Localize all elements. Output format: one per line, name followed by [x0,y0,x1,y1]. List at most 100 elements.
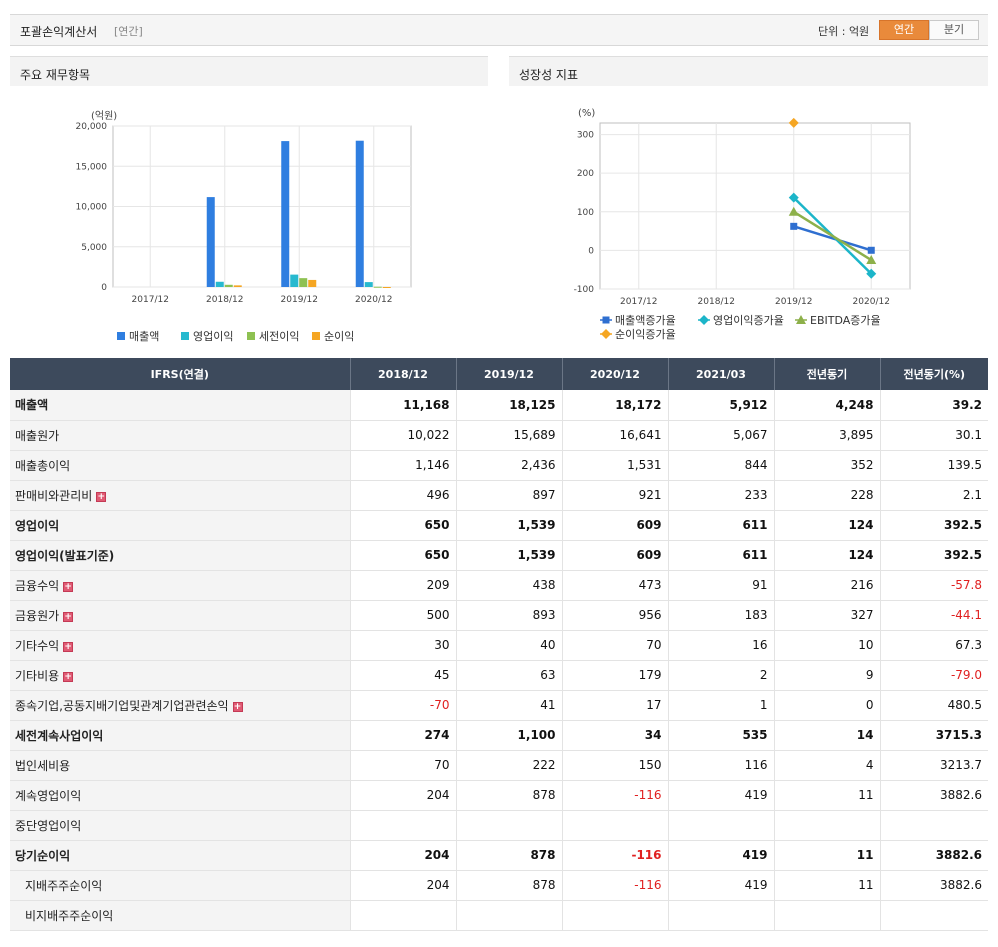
value-cell: 327 [774,600,881,631]
table-row: 지배주주순이익 204 878 -116 419 11 3882.6 [10,870,988,901]
bar [215,281,224,287]
value-cell: 124 [774,509,881,541]
legend-label: 영업이익 [193,330,233,343]
value-cell: 11 [774,780,881,811]
value-cell: 419 [668,780,775,811]
value-cell [668,900,775,931]
data-point [790,222,798,230]
value-cell: 18,172 [562,390,669,421]
value-cell: 9 [774,660,881,691]
value-cell: 419 [668,870,775,901]
plot-area [599,122,911,290]
row-label: 법인세비용 [15,758,71,773]
row-label-cell: 세전계속사업이익 [10,719,351,751]
bar [281,141,290,287]
value-cell: 419 [668,840,775,871]
expand-plus-icon[interactable]: + [63,581,74,592]
expand-plus-icon[interactable]: + [232,701,243,712]
table-row: 계속영업이익 204 878 -116 419 11 3882.6 [10,780,988,811]
row-label: 비지배주주순이익 [25,908,114,923]
value-cell: 11 [774,840,881,871]
legend-label: EBITDA증가율 [810,314,881,327]
value-cell: 67.3 [880,630,988,661]
value-cell: 16 [668,630,775,661]
table-row: 기타비용 +45 63 179 2 9 -79.0 [10,660,988,691]
row-label-cell: 종속기업,공동지배기업및관계기업관련손익 + [10,690,351,721]
value-cell: 70 [562,630,669,661]
value-cell: 222 [456,750,563,781]
table-row: 금융수익 +209 438 473 91 216 -57.8 [10,570,988,601]
bar [224,284,233,287]
bar [233,285,242,287]
value-cell: 34 [562,719,669,751]
data-point [601,329,611,339]
value-cell: 274 [350,719,457,751]
y-tick-label: 5,000 [81,243,107,253]
value-cell: -44.1 [880,600,988,631]
legend-label: 순이익 [324,330,354,343]
data-point [867,246,875,254]
value-cell [880,900,988,931]
value-cell: 216 [774,570,881,601]
value-cell [562,900,669,931]
value-cell: 611 [668,509,775,541]
tab-quarterly[interactable]: 분기 [929,20,979,40]
expand-plus-icon[interactable]: + [63,671,74,682]
row-label-cell: 판매비와관리비 + [10,480,351,511]
statement-title: 포괄손익계산서 [20,25,98,39]
row-label: 중단영업이익 [15,818,82,833]
row-label-cell: 기타비용 + [10,660,351,691]
value-cell [562,810,669,841]
value-cell: 650 [350,509,457,541]
legend-swatch [247,332,255,340]
y-tick-label: 200 [577,169,594,179]
value-cell: 233 [668,480,775,511]
row-label-cell: 매출액 [10,390,351,421]
growth-indicators-panel-title: 성장성 지표 [509,56,988,86]
bar [206,197,215,287]
bar [373,286,382,288]
row-label-cell: 지배주주순이익 [10,870,351,901]
row-label-cell: 영업이익(발표기준) [10,540,351,571]
y-tick-label: 0 [101,283,107,293]
y-axis-label: (%) [578,108,595,119]
y-tick-label: 0 [588,246,594,256]
row-label-cell: 금융원가 + [10,600,351,631]
table-row: 종속기업,공동지배기업및관계기업관련손익 + -70 41 17 1 0 480.5 [10,690,988,721]
column-header: 2019/12 [456,358,563,390]
tab-annual[interactable]: 연간 [879,20,929,40]
row-label: 금융수익 [15,578,60,593]
row-label-cell: 중단영업이익 [10,810,351,841]
row-label: 기타비용 [15,668,60,683]
value-cell [668,810,775,841]
value-cell: 10,022 [350,420,457,451]
value-cell: 1,531 [562,450,669,481]
value-cell: 956 [562,600,669,631]
value-cell: 1 [668,690,775,721]
value-cell: 2,436 [456,450,563,481]
value-cell: 3882.6 [880,840,988,871]
value-cell [774,810,881,841]
expand-plus-icon[interactable]: + [63,611,74,622]
value-cell: -116 [562,870,669,901]
value-cell: 500 [350,600,457,631]
value-cell: 1,100 [456,719,563,751]
value-cell: 611 [668,540,775,571]
expand-plus-icon[interactable]: + [63,641,74,652]
legend-swatch [117,332,125,340]
value-cell: 1,146 [350,450,457,481]
bar [382,287,391,288]
legend-label: 세전이익 [259,330,299,343]
value-cell: 878 [456,840,563,871]
row-label-cell: 비지배주주순이익 [10,900,351,931]
y-axis-label: (억원) [91,110,117,122]
value-cell: 30.1 [880,420,988,451]
row-label: 영업이익 [15,518,60,533]
value-cell: 150 [562,750,669,781]
value-cell: 179 [562,660,669,691]
expand-plus-icon[interactable]: + [96,491,107,502]
value-cell: 609 [562,540,669,571]
column-header: 전년동기 [774,358,881,390]
x-tick-label: 2017/12 [132,295,169,305]
value-cell: 183 [668,600,775,631]
